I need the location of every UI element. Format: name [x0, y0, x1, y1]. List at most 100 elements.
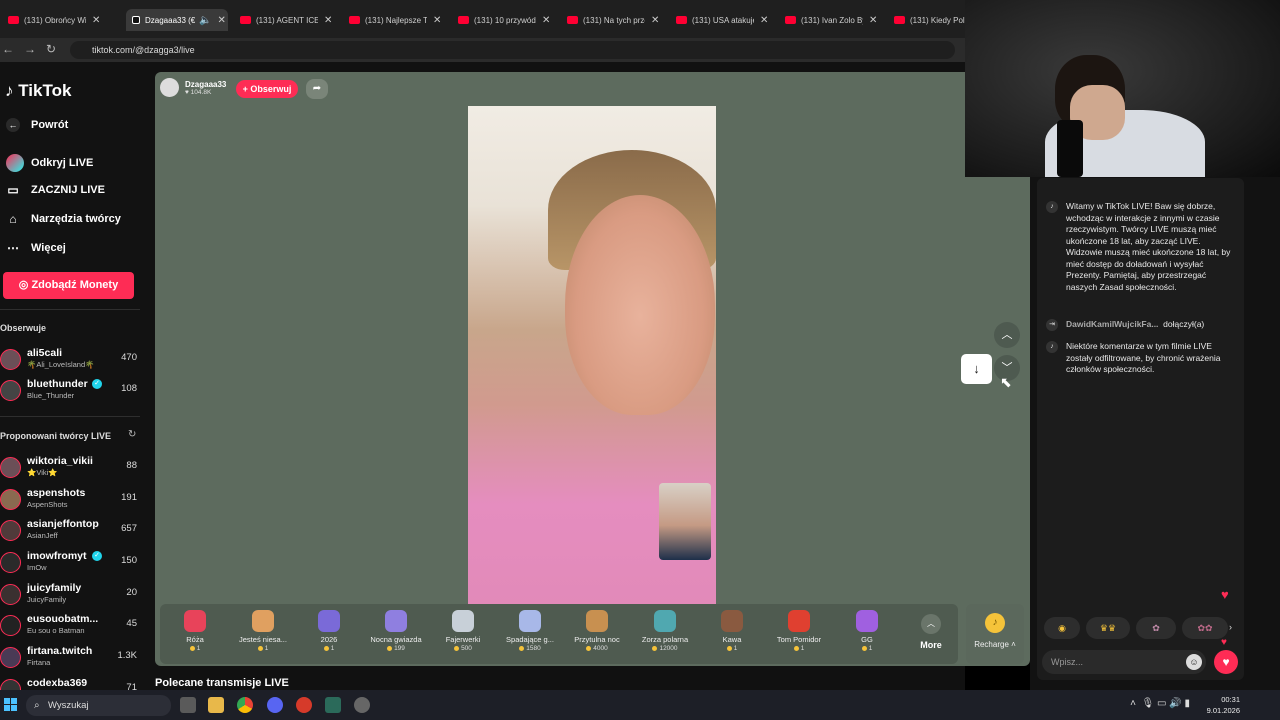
suggested-item[interactable]: wiktoria_vikii ⭐Viki⭐ 88: [0, 455, 140, 481]
close-icon[interactable]: ✕: [433, 15, 441, 26]
search-icon: ⌕: [34, 700, 40, 711]
nav-discover-live[interactable]: Odkryj LIVE: [6, 154, 93, 172]
like-heart-button[interactable]: ♥: [1214, 650, 1238, 674]
gift-item[interactable]: Jesteś niesa... 1: [228, 604, 298, 664]
app-icon[interactable]: [296, 697, 312, 713]
coin-icon: ◎: [18, 279, 32, 291]
heart-icon: ♥: [185, 88, 189, 96]
app-icon[interactable]: [325, 697, 341, 713]
gift-item[interactable]: 2026 1: [294, 604, 364, 664]
gift-item[interactable]: GG 1: [832, 604, 902, 664]
file-explorer-icon[interactable]: [208, 697, 224, 713]
download-icon[interactable]: ↓: [961, 354, 992, 384]
gift-shooting-star-icon: [519, 610, 541, 632]
suggested-item[interactable]: codexba369 71: [0, 677, 140, 690]
suggested-item[interactable]: eusouobatm... Eu sou o Batman 45: [0, 613, 140, 639]
obs-icon[interactable]: [354, 697, 370, 713]
crown-icon[interactable]: ♛♛: [1086, 617, 1130, 639]
host-avatar[interactable]: [160, 78, 179, 97]
speaker-icon[interactable]: 🔈: [199, 15, 211, 26]
task-view-icon[interactable]: [180, 697, 196, 713]
share-icon[interactable]: ➦: [306, 79, 328, 99]
close-icon[interactable]: ✕: [760, 15, 768, 26]
avatar: [0, 349, 21, 370]
nav-start-live[interactable]: ▭ ZACZNIJ LIVE: [6, 183, 105, 197]
gift-item[interactable]: Róża 1: [160, 604, 230, 664]
suggested-item[interactable]: aspenshots AspenShots 191: [0, 487, 140, 513]
browser-tab[interactable]: (131) USA atakuje ✕: [676, 9, 768, 31]
close-icon[interactable]: ✕: [92, 15, 100, 26]
back-icon[interactable]: ←: [2, 42, 14, 56]
forward-icon[interactable]: →: [24, 42, 36, 56]
gift-item[interactable]: Kawa 1: [697, 604, 767, 664]
youtube-icon: [8, 16, 19, 24]
discord-icon[interactable]: [267, 697, 283, 713]
gift-icon[interactable]: ✿: [1136, 617, 1176, 639]
clock[interactable]: 00:31 9.01.2026: [1207, 694, 1240, 716]
reload-icon[interactable]: ↻: [46, 42, 56, 56]
gift-fireworks-icon: [452, 610, 474, 632]
close-icon[interactable]: ✕: [324, 15, 332, 26]
mic-icon: 🎙: [1141, 698, 1155, 709]
browser-tab[interactable]: (131) Kiedy Poli: [894, 9, 976, 31]
verified-icon: ✓: [92, 551, 102, 561]
taskbar-search[interactable]: ⌕ Wyszukaj: [26, 695, 171, 716]
gift-item[interactable]: Fajerwerki 500: [428, 604, 498, 664]
suggested-header: Proponowani twórcy LIVE: [0, 431, 112, 441]
tiktok-logo[interactable]: ♪ TikTok: [5, 81, 71, 101]
guest-video-pip[interactable]: [659, 483, 711, 560]
browser-tab[interactable]: (131) Obrońcy Wi ✕: [8, 9, 100, 31]
close-icon[interactable]: ✕: [542, 15, 550, 26]
nav-more[interactable]: ⋯ Więcej: [6, 241, 66, 255]
more-gifts-button[interactable]: ︿ More: [912, 604, 950, 664]
gift-item[interactable]: Zorza polarna 12000: [630, 604, 700, 664]
browser-tab[interactable]: (131) 10 przywód ✕: [458, 9, 550, 31]
gift-item[interactable]: Tom Pomidor 1: [764, 604, 834, 664]
emoji-icon[interactable]: ☺: [1186, 654, 1202, 670]
refresh-icon[interactable]: ↻: [128, 429, 136, 440]
avatar: [0, 584, 21, 605]
chat-input[interactable]: Wpisz...: [1042, 650, 1206, 674]
following-item[interactable]: ali5cali 🌴Ali_LoveIsland🌴 470: [0, 347, 140, 373]
chrome-icon[interactable]: [237, 697, 253, 713]
host-info[interactable]: Dzagaaa33 ♥ 104.8K: [160, 78, 226, 97]
browser-tab-active[interactable]: Dzagaaa33 (€ 🔈 ✕: [126, 9, 228, 31]
browser-tab[interactable]: (131) Ivan Zolo By ✕: [785, 9, 877, 31]
close-icon[interactable]: ✕: [217, 15, 225, 26]
avatar: [0, 679, 21, 690]
system-tray[interactable]: ˄ 🎙 ▭ 🔊 ▮: [1130, 698, 1190, 709]
lightbulb-icon[interactable]: ◉: [1044, 617, 1080, 639]
close-icon[interactable]: ✕: [869, 15, 877, 26]
chevron-up-icon[interactable]: ︿: [994, 322, 1020, 348]
nav-creator-tools[interactable]: ⌂ Narzędzia twórcy: [6, 212, 121, 226]
flowers-icon[interactable]: ✿✿: [1182, 617, 1228, 639]
gift-item[interactable]: Przytulna noc 4000: [562, 604, 632, 664]
chevron-right-icon[interactable]: ›: [1229, 622, 1232, 632]
browser-tab[interactable]: (131) Najlepsze Te ✕: [349, 9, 441, 31]
follow-button[interactable]: + Obserwuj: [236, 80, 298, 98]
avatar: [0, 380, 21, 401]
suggested-item[interactable]: imowfromyt ✓ ImOw 150: [0, 550, 140, 576]
windows-start-icon[interactable]: [4, 698, 18, 712]
chat-quick-gifts: ◉ ♛♛ ✿ ✿✿ ›: [1044, 617, 1239, 641]
gift-item[interactable]: Spadające g... 1580: [495, 604, 565, 664]
avatar: [0, 520, 21, 541]
microphone-icon: [1057, 120, 1083, 177]
gift-item[interactable]: Nocna gwiazda 199: [361, 604, 431, 664]
suggested-item[interactable]: firtana.twitch Firtana 1.3K: [0, 645, 140, 671]
gift-2026-icon: [318, 610, 340, 632]
close-icon[interactable]: ✕: [651, 15, 659, 26]
volume-icon: 🔊: [1169, 698, 1182, 709]
browser-tab[interactable]: (131) Na tych prze ✕: [567, 9, 659, 31]
suggested-item[interactable]: asianjeffontop AsianJeff 657: [0, 518, 140, 544]
youtube-icon: [458, 16, 469, 24]
browser-tab-bar: (131) Obrońcy Wi ✕ Dzagaaa33 (€ 🔈 ✕ (131) A…: [0, 0, 966, 38]
home-tools-icon: ⌂: [9, 212, 17, 226]
get-coins-button[interactable]: ◎ Zdobądź Monety: [3, 272, 134, 299]
following-item[interactable]: bluethunder ✓ Blue_Thunder 108: [0, 378, 140, 404]
browser-tab[interactable]: (131) AGENT ICE ✕: [240, 9, 332, 31]
url-field[interactable]: tiktok.com/@dzagga3/live: [70, 41, 955, 59]
recharge-button[interactable]: ♪ Recharge ˄: [966, 604, 1024, 664]
nav-back[interactable]: ← Powrót: [6, 118, 68, 132]
suggested-item[interactable]: juicyfamily JuicyFamily 20: [0, 582, 140, 608]
